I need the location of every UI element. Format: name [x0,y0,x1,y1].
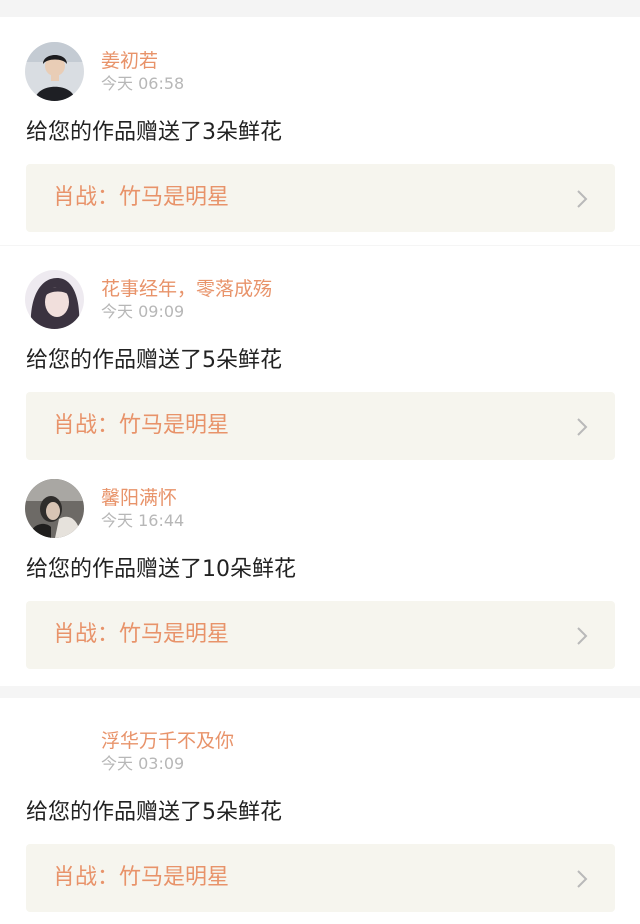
chevron-right-icon [577,190,588,208]
notification-card: 浮华万千不及你 今天 03:09 给您的作品赠送了5朵鲜花 肖战：竹马是明星 [0,698,640,924]
work-link[interactable]: 肖战：竹马是明星 [26,601,615,669]
gift-message: 给您的作品赠送了5朵鲜花 [26,348,282,373]
user-name[interactable]: 馨阳满怀 [101,487,177,509]
user-avatar[interactable] [25,734,84,793]
work-link[interactable]: 肖战：竹马是明星 [26,844,615,912]
work-link[interactable]: 肖战：竹马是明星 [26,164,615,232]
chevron-right-icon [577,418,588,436]
work-link[interactable]: 肖战：竹马是明星 [26,392,615,460]
notification-card: 姜初若 今天 06:58 给您的作品赠送了3朵鲜花 肖战：竹马是明星 [0,17,640,245]
timestamp: 今天 16:44 [101,511,185,530]
work-title: 肖战：竹马是明星 [53,622,230,647]
user-avatar[interactable] [25,270,84,329]
timestamp: 今天 03:09 [101,754,185,773]
notification-card: 花事经年，零落成殇 今天 09:09 给您的作品赠送了5朵鲜花 肖战：竹马是明星… [0,246,640,686]
user-name[interactable]: 花事经年，零落成殇 [101,278,272,300]
user-name[interactable]: 姜初若 [101,50,158,72]
chevron-right-icon [577,870,588,888]
chevron-right-icon [577,627,588,645]
user-name[interactable]: 浮华万千不及你 [101,730,234,752]
timestamp: 今天 06:58 [101,74,185,93]
gift-message: 给您的作品赠送了3朵鲜花 [26,120,282,145]
user-avatar[interactable] [25,42,84,101]
timestamp: 今天 09:09 [101,302,185,321]
work-title: 肖战：竹马是明星 [53,413,230,438]
gift-message: 给您的作品赠送了5朵鲜花 [26,800,282,825]
gift-message: 给您的作品赠送了10朵鲜花 [26,557,296,582]
top-edge [0,0,640,17]
work-title: 肖战：竹马是明星 [53,865,230,890]
user-avatar[interactable] [25,479,84,538]
work-title: 肖战：竹马是明星 [53,185,230,210]
